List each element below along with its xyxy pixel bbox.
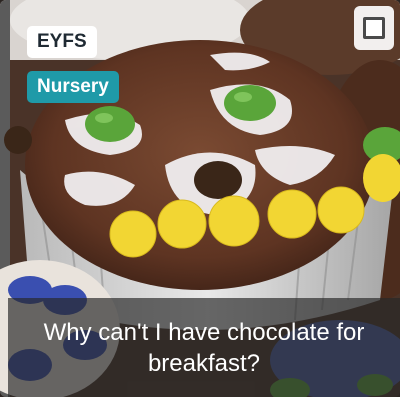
group-badge: Nursery bbox=[27, 71, 119, 103]
card-title[interactable]: Why can't I have chocolate for breakfast… bbox=[36, 317, 372, 379]
resource-card[interactable]: EYFS Nursery Why can't I have chocolate … bbox=[0, 0, 400, 397]
stage-badge: EYFS bbox=[27, 26, 97, 58]
select-checkbox[interactable] bbox=[354, 6, 394, 50]
checkbox-square-icon bbox=[363, 17, 385, 39]
caption-bar: Why can't I have chocolate for breakfast… bbox=[8, 298, 400, 397]
